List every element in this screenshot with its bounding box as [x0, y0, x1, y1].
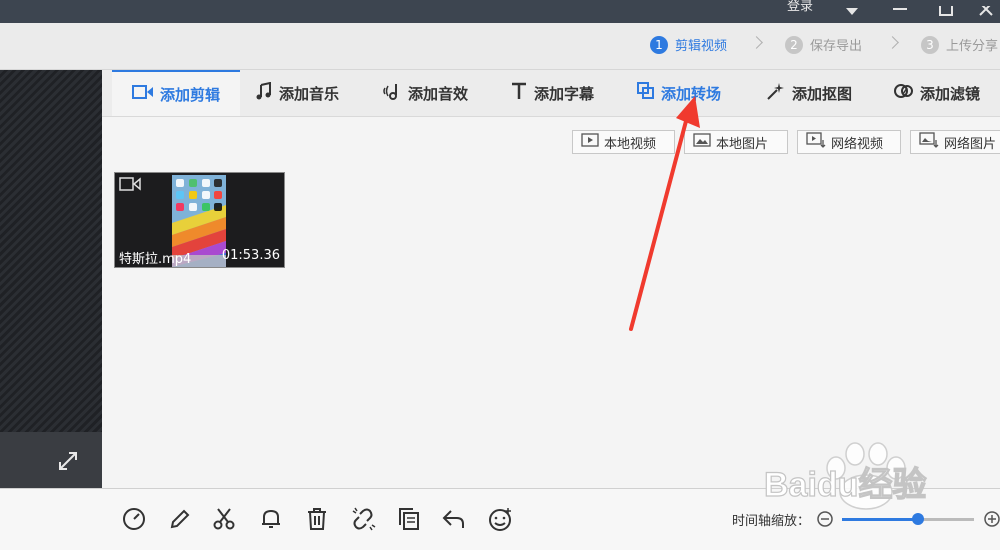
transition-icon	[637, 82, 655, 104]
undo-icon[interactable]	[441, 506, 467, 532]
tab-add-sound-effect[interactable]: 添加音效	[382, 70, 468, 116]
media-library: 添加剪辑 添加音乐 添加音效 添加字幕 添加转场 添加抠图 添加滤镜 本地视频 …	[102, 70, 1000, 488]
preview-controls	[0, 432, 102, 489]
step-upload-share[interactable]: 3 上传分享	[921, 35, 998, 54]
tab-add-cutout[interactable]: 添加抠图	[766, 70, 852, 116]
tab-add-filter[interactable]: 添加滤镜	[894, 70, 980, 116]
clip-card[interactable]: 特斯拉.mp4 01:53.36	[114, 172, 285, 268]
preview-panel	[0, 70, 102, 432]
baidu-watermark: Baidu经验	[756, 440, 976, 514]
scissors-icon[interactable]	[211, 506, 237, 532]
step-label: 上传分享	[946, 39, 999, 54]
web-video-button[interactable]: 网络视频	[797, 130, 901, 154]
tab-label: 添加滤镜	[920, 84, 981, 103]
web-image-button[interactable]: 网络图片	[910, 130, 1000, 154]
tab-add-clip[interactable]: 添加剪辑	[112, 70, 240, 116]
music-note-icon	[255, 81, 273, 104]
tab-label: 添加字幕	[534, 84, 595, 103]
tab-label: 添加抠图	[792, 84, 853, 103]
video-camera-icon	[131, 84, 154, 104]
bell-icon[interactable]	[258, 506, 284, 532]
title-bar: 登录	[0, 0, 1000, 23]
button-label: 网络视频	[831, 136, 884, 152]
video-camera-icon	[119, 177, 141, 195]
sound-effect-icon	[382, 82, 402, 104]
clip-duration: 01:53.36	[221, 248, 280, 263]
zoom-in-icon[interactable]	[981, 506, 1000, 532]
zoom-slider-fill	[842, 518, 918, 521]
tab-add-subtitle[interactable]: 添加字幕	[510, 70, 594, 116]
text-icon	[510, 82, 528, 104]
pencil-icon[interactable]	[167, 506, 193, 532]
button-label: 本地图片	[716, 136, 769, 152]
steps-bar: 1 剪辑视频 2 保存导出 3 上传分享	[0, 23, 1000, 70]
copy-icon[interactable]	[396, 506, 422, 532]
magic-wand-icon	[766, 82, 786, 104]
dropdown-icon[interactable]	[838, 0, 866, 23]
step-label: 保存导出	[810, 39, 863, 54]
zoom-slider[interactable]	[842, 513, 974, 525]
web-image-icon	[919, 132, 939, 152]
step-save-export[interactable]: 2 保存导出	[785, 35, 862, 54]
chevron-right-icon	[886, 36, 899, 49]
local-image-button[interactable]: 本地图片	[684, 130, 788, 154]
step-number: 3	[921, 35, 939, 54]
local-video-button[interactable]: 本地视频	[572, 130, 675, 154]
tab-add-music[interactable]: 添加音乐	[255, 70, 339, 116]
play-box-icon	[581, 133, 599, 151]
tab-label: 添加转场	[661, 84, 722, 103]
trash-icon[interactable]	[304, 506, 330, 532]
chevron-right-icon	[750, 36, 763, 49]
unlink-icon[interactable]	[350, 506, 376, 532]
image-icon	[693, 133, 711, 151]
minimize-icon[interactable]	[886, 0, 914, 23]
maximize-icon[interactable]	[932, 0, 960, 23]
speed-icon[interactable]	[121, 506, 147, 532]
tab-add-transition[interactable]: 添加转场	[637, 70, 721, 116]
web-video-icon	[806, 132, 826, 152]
step-label: 剪辑视频	[675, 39, 728, 54]
tab-label: 添加音效	[408, 84, 469, 103]
step-edit-video[interactable]: 1 剪辑视频	[650, 35, 727, 54]
button-label: 网络图片	[944, 136, 997, 152]
button-label: 本地视频	[604, 136, 657, 152]
clip-name: 特斯拉.mp4	[119, 252, 192, 267]
step-number: 2	[785, 35, 803, 54]
close-icon[interactable]	[972, 0, 1000, 23]
tab-label: 添加音乐	[279, 84, 340, 103]
step-number: 1	[650, 35, 668, 54]
login-link[interactable]: 登录	[787, 0, 813, 14]
watermark-text: Baidu经验	[764, 465, 926, 504]
function-tabs: 添加剪辑 添加音乐 添加音效 添加字幕 添加转场 添加抠图 添加滤镜	[102, 70, 1000, 117]
emoji-icon[interactable]	[487, 506, 513, 532]
fullscreen-icon[interactable]	[57, 450, 79, 476]
zoom-slider-handle[interactable]	[912, 513, 924, 525]
filter-icon	[894, 82, 914, 104]
tab-label: 添加剪辑	[159, 85, 220, 104]
